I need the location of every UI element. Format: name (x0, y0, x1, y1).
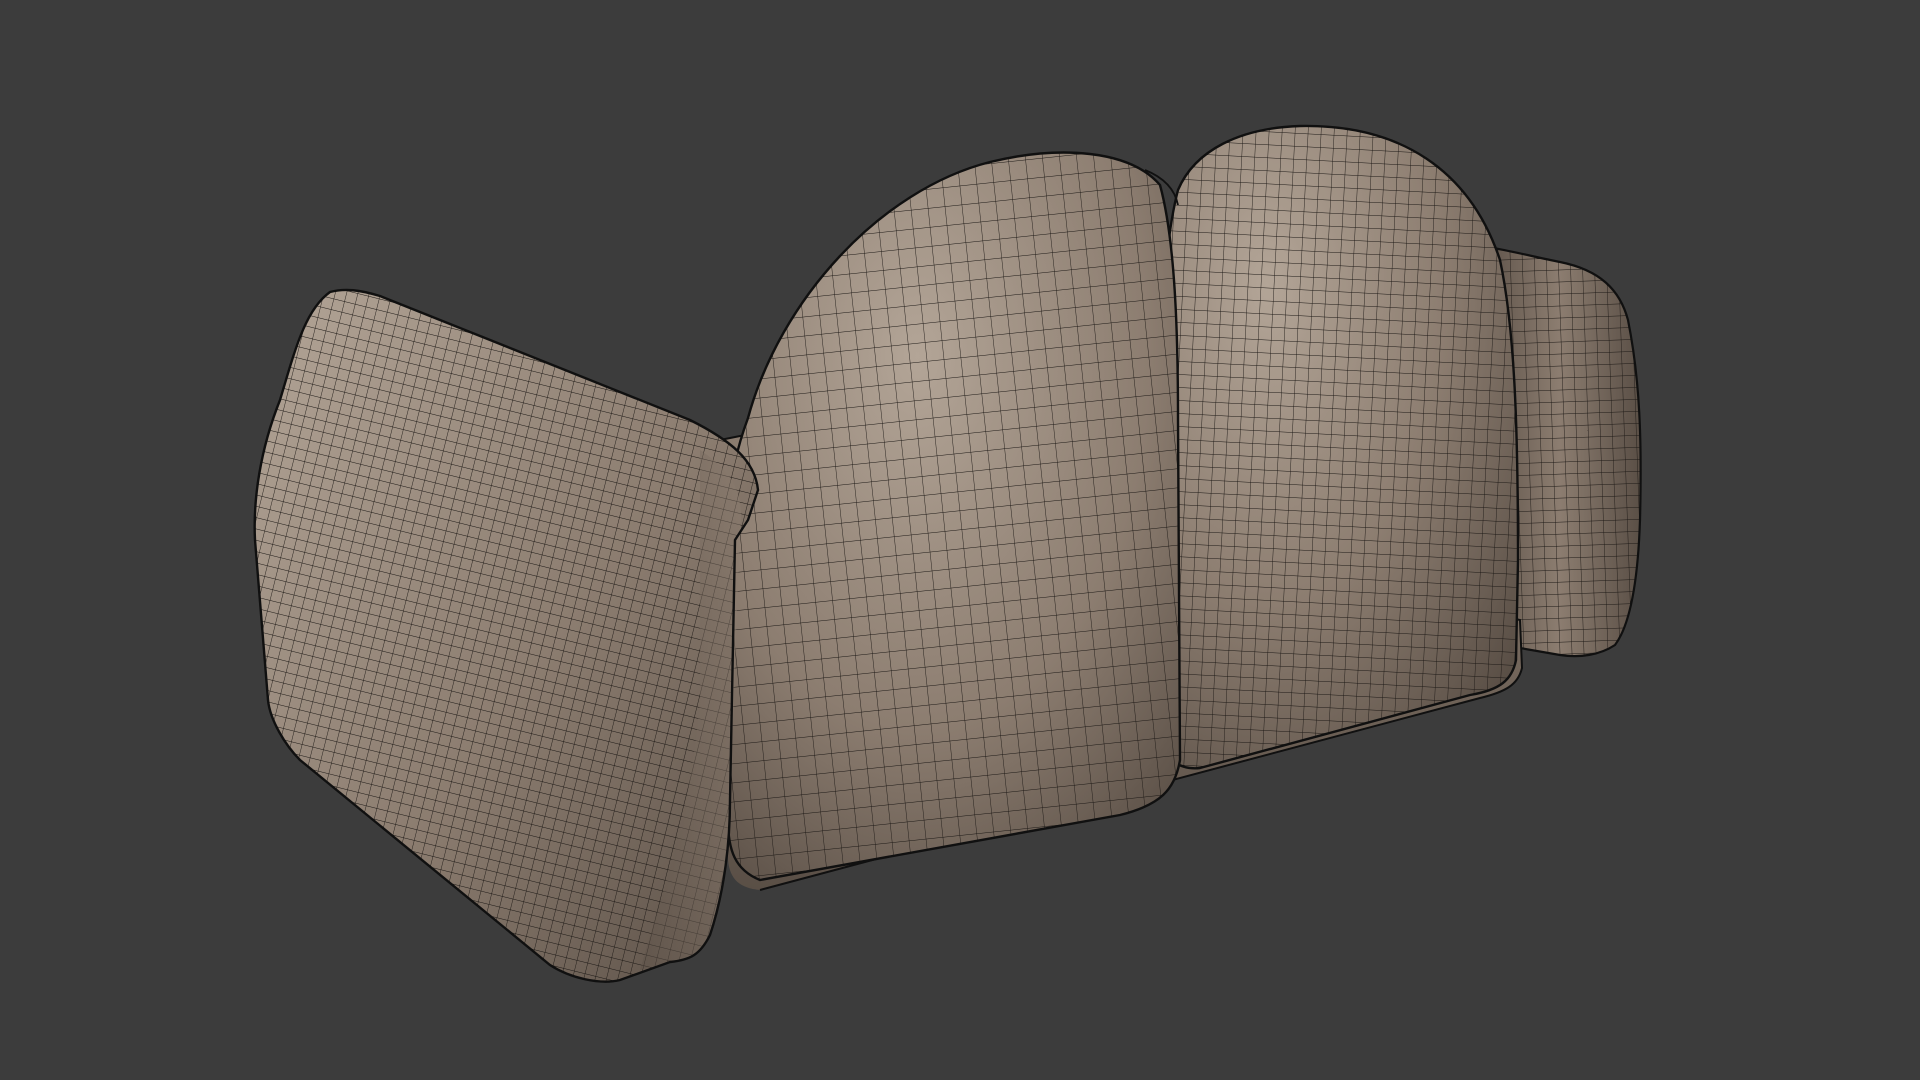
viewport-scene (0, 0, 1920, 1080)
3d-viewport[interactable] (0, 0, 1920, 1080)
right-back-cushion-mesh[interactable] (1150, 110, 1530, 790)
